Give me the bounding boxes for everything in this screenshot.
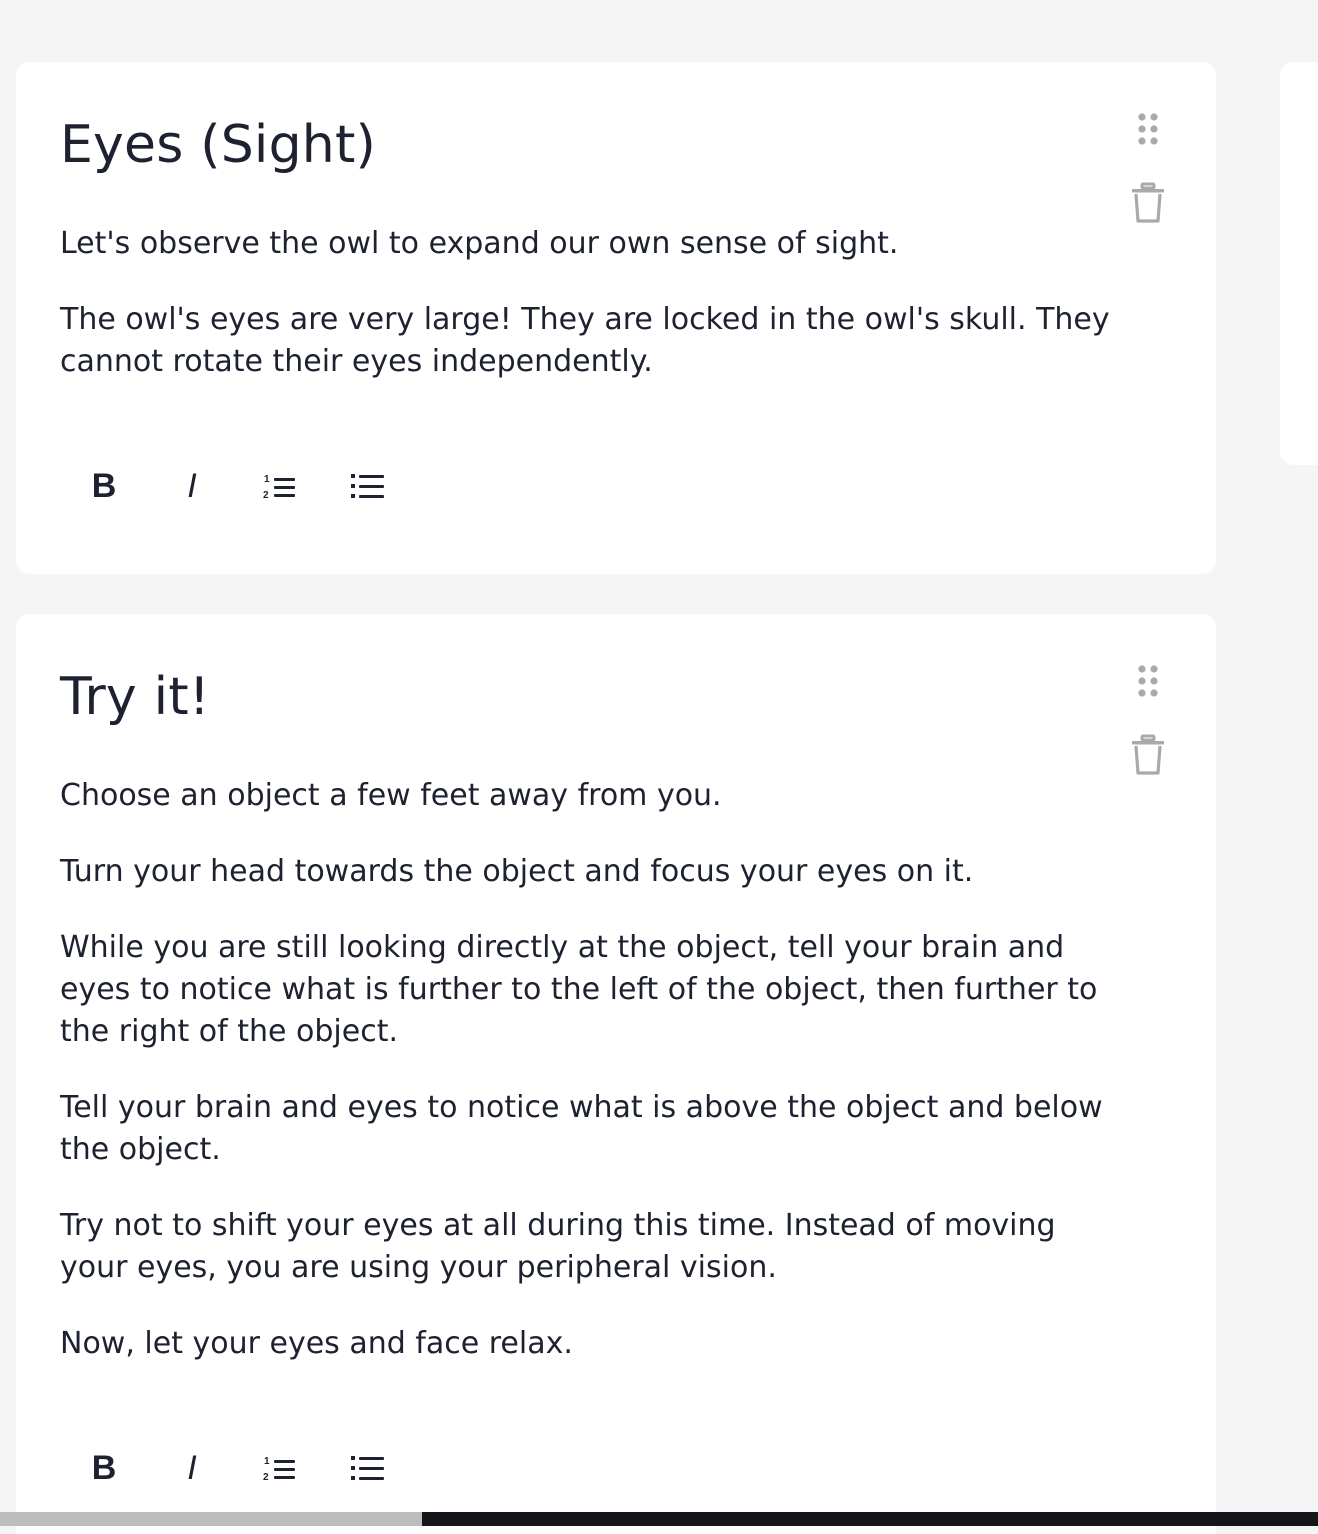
trash-icon[interactable] <box>1130 182 1166 224</box>
bold-button[interactable]: B <box>82 1448 126 1488</box>
content-card-eyes-sight: Eyes (Sight) Let's observe the owl to ex… <box>16 62 1216 574</box>
card-title[interactable]: Try it! <box>60 666 210 728</box>
bulleted-list-button[interactable] <box>346 1448 390 1488</box>
numbered-list-button[interactable]: 1 2 <box>258 1448 302 1488</box>
numbered-list-icon: 1 2 <box>263 1456 295 1483</box>
content-card-try-it: Try it! Choose an object a few feet away… <box>16 614 1216 1534</box>
card-paragraph[interactable]: Let's observe the owl to expand our own … <box>60 223 1120 265</box>
numbered-list-button[interactable]: 1 2 <box>258 466 302 506</box>
italic-button[interactable]: I <box>170 1448 214 1488</box>
card-paragraph[interactable]: Try not to shift your eyes at all during… <box>60 1205 1120 1289</box>
bulleted-list-icon <box>351 474 384 498</box>
bottom-strip-left <box>0 1512 422 1526</box>
adjacent-card[interactable] <box>1280 62 1318 465</box>
svg-text:1: 1 <box>264 474 270 485</box>
card-body-editor[interactable]: Let's observe the owl to expand our own … <box>60 223 1120 417</box>
bold-button[interactable]: B <box>82 466 126 506</box>
card-paragraph[interactable]: Turn your head towards the object and fo… <box>60 851 1120 893</box>
bulleted-list-button[interactable] <box>346 466 390 506</box>
svg-text:2: 2 <box>263 490 269 501</box>
drag-handle-icon[interactable] <box>1136 664 1160 700</box>
bottom-strip <box>0 1512 1318 1526</box>
card-paragraph[interactable]: Choose an object a few feet away from yo… <box>60 775 1120 817</box>
numbered-list-icon: 1 2 <box>263 474 295 501</box>
bottom-strip-right <box>422 1512 1318 1526</box>
card-paragraph[interactable]: While you are still looking directly at … <box>60 927 1120 1053</box>
bulleted-list-icon <box>351 1456 384 1480</box>
svg-text:1: 1 <box>264 1456 270 1467</box>
drag-handle-icon[interactable] <box>1136 112 1160 148</box>
italic-button[interactable]: I <box>170 466 214 506</box>
card-paragraph[interactable]: The owl's eyes are very large! They are … <box>60 299 1120 383</box>
card-title[interactable]: Eyes (Sight) <box>60 114 376 176</box>
format-toolbar: B I 1 2 <box>82 1448 434 1488</box>
trash-icon[interactable] <box>1130 734 1166 776</box>
format-toolbar: B I 1 2 <box>82 466 434 506</box>
svg-text:2: 2 <box>263 1472 269 1483</box>
card-paragraph[interactable]: Now, let your eyes and face relax. <box>60 1323 1120 1365</box>
card-body-editor[interactable]: Choose an object a few feet away from yo… <box>60 775 1120 1399</box>
card-paragraph[interactable]: Tell your brain and eyes to notice what … <box>60 1087 1120 1171</box>
